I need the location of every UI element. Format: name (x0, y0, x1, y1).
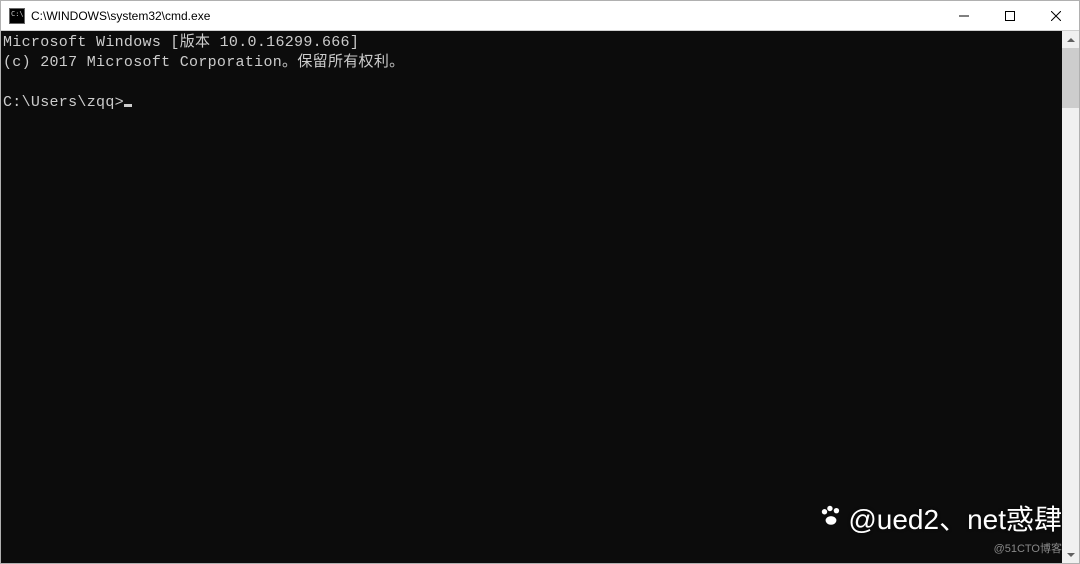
chevron-up-icon (1067, 38, 1075, 42)
maximize-icon (1005, 11, 1015, 21)
window-title: C:\WINDOWS\system32\cmd.exe (31, 9, 941, 23)
scroll-up-button[interactable] (1062, 31, 1079, 48)
close-button[interactable] (1033, 1, 1079, 30)
scroll-track[interactable] (1062, 48, 1079, 546)
console-area: Microsoft Windows [版本 10.0.16299.666] (c… (1, 31, 1079, 563)
titlebar[interactable]: C:\WINDOWS\system32\cmd.exe (1, 1, 1079, 31)
close-icon (1051, 11, 1061, 21)
chevron-down-icon (1067, 553, 1075, 557)
vertical-scrollbar[interactable] (1062, 31, 1079, 563)
window-controls (941, 1, 1079, 30)
cursor (124, 104, 132, 107)
console-output[interactable]: Microsoft Windows [版本 10.0.16299.666] (c… (1, 31, 1062, 563)
scroll-thumb[interactable] (1062, 48, 1079, 108)
maximize-button[interactable] (987, 1, 1033, 30)
console-line: Microsoft Windows [版本 10.0.16299.666] (3, 34, 359, 51)
cmd-window: C:\WINDOWS\system32\cmd.exe Microsoft Wi (0, 0, 1080, 564)
minimize-button[interactable] (941, 1, 987, 30)
minimize-icon (959, 11, 969, 21)
console-line: (c) 2017 Microsoft Corporation。保留所有权利。 (3, 54, 404, 71)
cmd-icon (9, 8, 25, 24)
console-prompt: C:\Users\zqq> (3, 94, 124, 111)
scroll-down-button[interactable] (1062, 546, 1079, 563)
